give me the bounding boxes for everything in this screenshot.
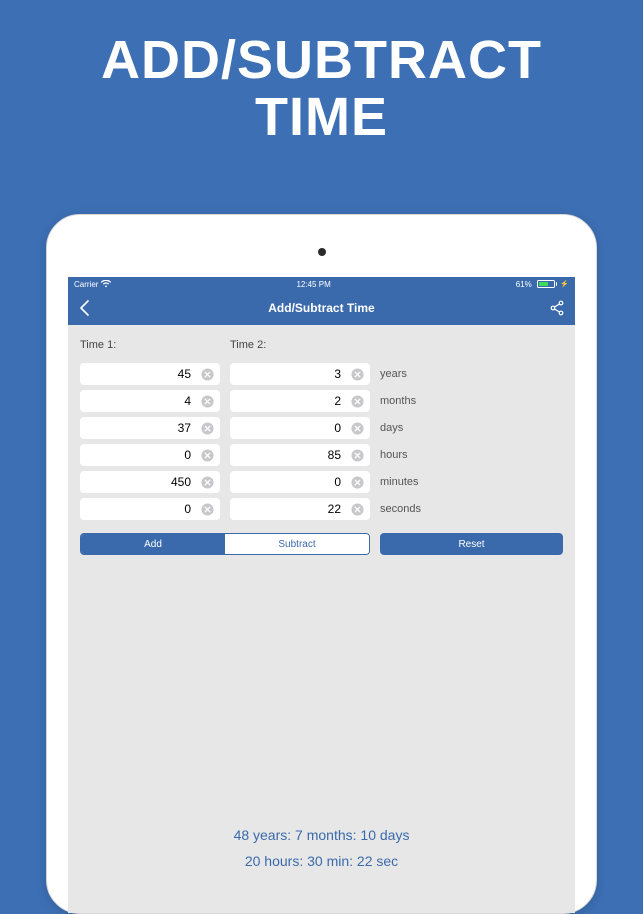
status-bar: Carrier 12:45 PM 61% ⚡ bbox=[68, 277, 575, 291]
clear-icon[interactable] bbox=[201, 368, 214, 381]
result-line1: 48 years: 7 months: 10 days bbox=[68, 827, 575, 843]
hero-title: ADD/SUBTRACT TIME bbox=[0, 0, 643, 145]
time1-minutes-field[interactable]: 450 bbox=[80, 471, 220, 493]
time2-column: Time 2: 3 2 0 85 0 22 bbox=[230, 339, 370, 525]
status-left: Carrier bbox=[74, 280, 111, 289]
time1-seconds-field[interactable]: 0 bbox=[80, 498, 220, 520]
time1-seconds-value: 0 bbox=[80, 502, 201, 516]
unit-minutes: minutes bbox=[380, 471, 563, 493]
time1-column: Time 1: 45 4 37 0 450 0 bbox=[80, 339, 220, 525]
unit-years: years bbox=[380, 363, 563, 385]
time2-header: Time 2: bbox=[230, 339, 370, 357]
time2-years-value: 3 bbox=[230, 367, 351, 381]
hero-line1: ADD/SUBTRACT bbox=[0, 32, 643, 89]
add-subtract-segment: Add Subtract bbox=[80, 533, 370, 555]
time1-hours-value: 0 bbox=[80, 448, 201, 462]
time1-days-value: 37 bbox=[80, 421, 201, 435]
time2-minutes-field[interactable]: 0 bbox=[230, 471, 370, 493]
wifi-icon bbox=[101, 280, 111, 288]
share-icon[interactable] bbox=[549, 300, 565, 316]
clear-icon[interactable] bbox=[201, 476, 214, 489]
button-row: Add Subtract Reset bbox=[80, 533, 563, 555]
battery-icon bbox=[535, 280, 558, 288]
clear-icon[interactable] bbox=[351, 422, 364, 435]
time1-days-field[interactable]: 37 bbox=[80, 417, 220, 439]
nav-title: Add/Subtract Time bbox=[268, 301, 374, 315]
tablet-frame: Carrier 12:45 PM 61% ⚡ Add/Subtract Time bbox=[46, 214, 597, 914]
subtract-button[interactable]: Subtract bbox=[225, 534, 369, 554]
clear-icon[interactable] bbox=[201, 422, 214, 435]
units-column: years months days hours minutes seconds bbox=[380, 339, 563, 525]
time2-minutes-value: 0 bbox=[230, 475, 351, 489]
time2-days-field[interactable]: 0 bbox=[230, 417, 370, 439]
clear-icon[interactable] bbox=[201, 503, 214, 516]
time2-months-field[interactable]: 2 bbox=[230, 390, 370, 412]
unit-hours: hours bbox=[380, 444, 563, 466]
time2-years-field[interactable]: 3 bbox=[230, 363, 370, 385]
time1-years-field[interactable]: 45 bbox=[80, 363, 220, 385]
reset-button[interactable]: Reset bbox=[380, 533, 563, 555]
clear-icon[interactable] bbox=[351, 476, 364, 489]
time2-hours-field[interactable]: 85 bbox=[230, 444, 370, 466]
charging-icon: ⚡ bbox=[560, 280, 569, 288]
time1-minutes-value: 450 bbox=[80, 475, 201, 489]
clear-icon[interactable] bbox=[351, 503, 364, 516]
battery-pct: 61% bbox=[516, 280, 532, 289]
status-time: 12:45 PM bbox=[296, 280, 330, 289]
time1-hours-field[interactable]: 0 bbox=[80, 444, 220, 466]
clear-icon[interactable] bbox=[201, 449, 214, 462]
time1-header: Time 1: bbox=[80, 339, 220, 357]
time1-months-field[interactable]: 4 bbox=[80, 390, 220, 412]
carrier-label: Carrier bbox=[74, 280, 98, 289]
time1-months-value: 4 bbox=[80, 394, 201, 408]
unit-months: months bbox=[380, 390, 563, 412]
time2-days-value: 0 bbox=[230, 421, 351, 435]
time2-seconds-field[interactable]: 22 bbox=[230, 498, 370, 520]
clear-icon[interactable] bbox=[201, 395, 214, 408]
add-button[interactable]: Add bbox=[81, 534, 225, 554]
camera-dot bbox=[318, 248, 326, 256]
time1-years-value: 45 bbox=[80, 367, 201, 381]
status-right: 61% ⚡ bbox=[516, 280, 569, 289]
time2-months-value: 2 bbox=[230, 394, 351, 408]
screen: Carrier 12:45 PM 61% ⚡ Add/Subtract Time bbox=[68, 277, 575, 913]
time2-hours-value: 85 bbox=[230, 448, 351, 462]
time2-seconds-value: 22 bbox=[230, 502, 351, 516]
result-line2: 20 hours: 30 min: 22 sec bbox=[68, 853, 575, 869]
content-area: Time 1: 45 4 37 0 450 0 Time 2: 3 2 0 85… bbox=[68, 325, 575, 555]
clear-icon[interactable] bbox=[351, 395, 364, 408]
clear-icon[interactable] bbox=[351, 368, 364, 381]
hero-line2: TIME bbox=[0, 89, 643, 146]
nav-bar: Add/Subtract Time bbox=[68, 291, 575, 325]
unit-seconds: seconds bbox=[380, 498, 563, 520]
back-icon[interactable] bbox=[78, 299, 90, 317]
results-area: 48 years: 7 months: 10 days 20 hours: 30… bbox=[68, 817, 575, 879]
clear-icon[interactable] bbox=[351, 449, 364, 462]
unit-days: days bbox=[380, 417, 563, 439]
